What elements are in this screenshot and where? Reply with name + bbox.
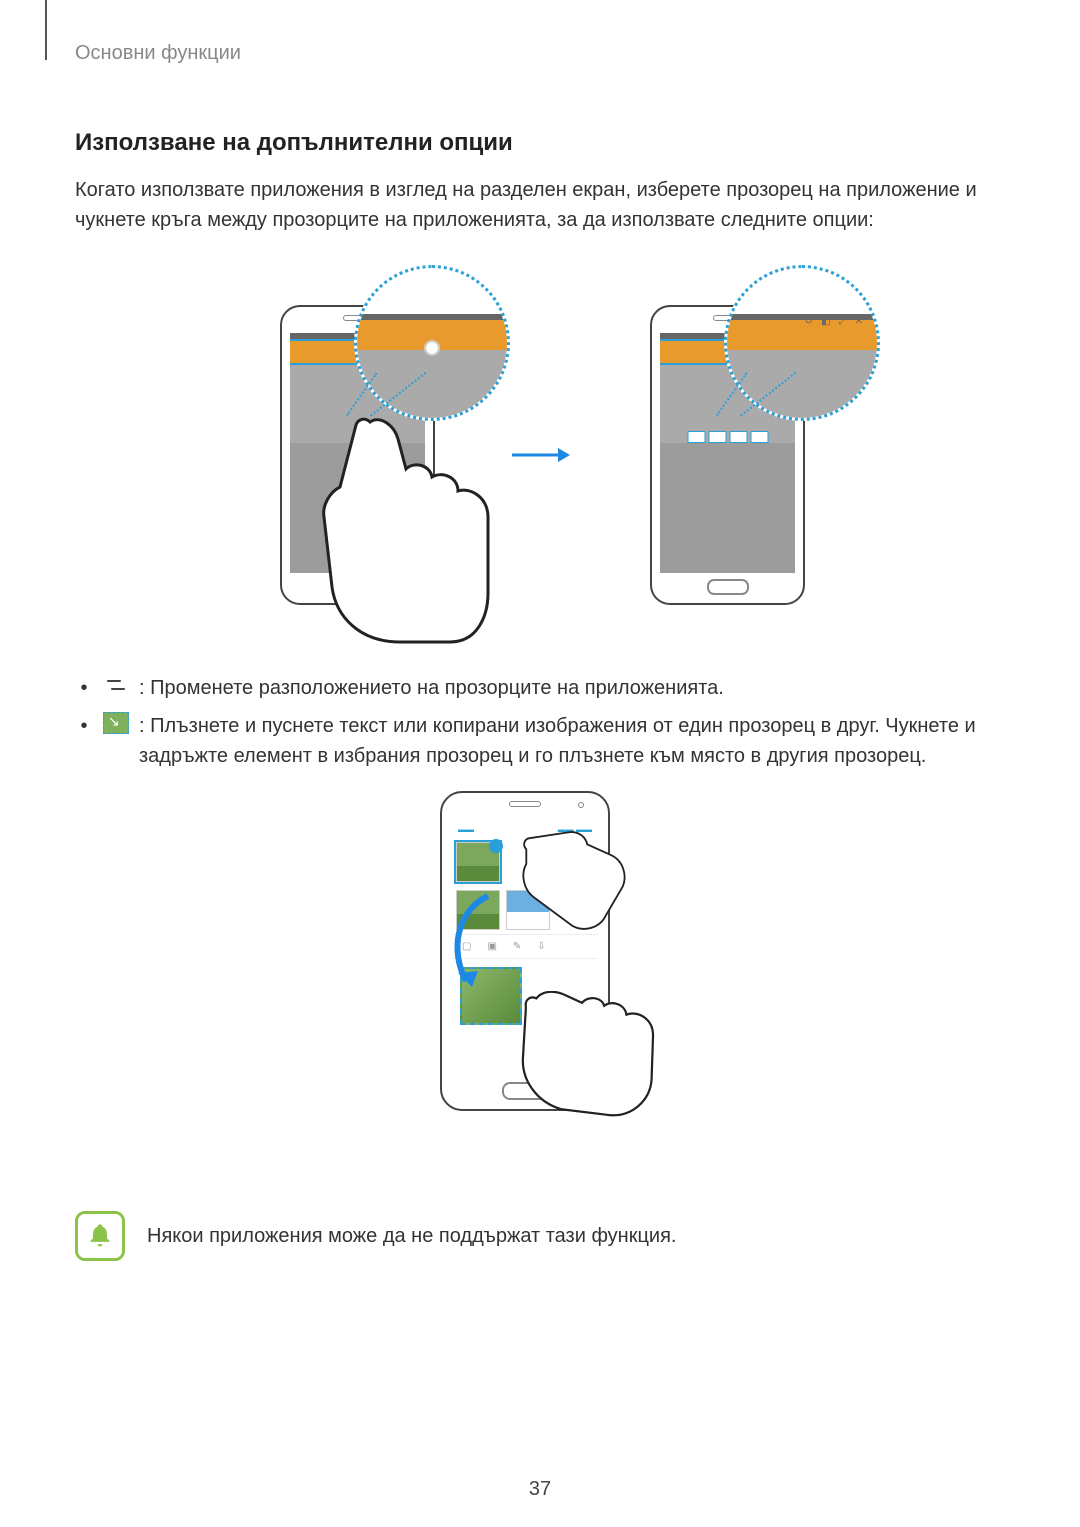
- swap-icon: ↺: [805, 316, 813, 327]
- intro-paragraph: Когато използвате приложения в изглед на…: [75, 175, 1005, 235]
- bullet-item: • : Променете разположението на прозорци…: [75, 673, 1005, 703]
- bullet-text: : Променете разположението на прозорците…: [139, 673, 1005, 703]
- breadcrumb: Основни функции: [75, 42, 1005, 65]
- note-bell-icon: [75, 1211, 125, 1261]
- zoom-magnifier: ↺ ◧ ⤢ ✕: [724, 265, 880, 421]
- close-icon: ✕: [855, 316, 863, 327]
- expand-icon: ⤢: [839, 316, 847, 327]
- figure-split-screen-options: ↺ ◧ ⤢ ✕: [75, 265, 1005, 645]
- note-text: Някои приложения може да не поддържат та…: [147, 1225, 677, 1248]
- bullet-item: • : Плъзнете и пуснете текст или копиран…: [75, 711, 1005, 771]
- arrow-right-icon: [510, 265, 570, 465]
- bottom-app-window: [660, 443, 795, 573]
- manual-page: Основни функции Използване на допълнител…: [0, 0, 1080, 1261]
- phone-illustration-after: ↺ ◧ ⤢ ✕: [610, 265, 840, 645]
- option-bullets: • : Променете разположението на прозорци…: [75, 673, 1005, 771]
- hand-pinch-bottom-icon: [498, 991, 678, 1166]
- split-handle-zoom-icon: [426, 342, 438, 354]
- swap-windows-icon: [103, 675, 129, 695]
- drag-icon: ◧: [821, 316, 830, 327]
- bullet-marker: •: [75, 673, 93, 703]
- bullet-text: : Плъзнете и пуснете текст или копирани …: [139, 711, 1005, 771]
- section-title: Използване на допълнителни опции: [75, 129, 1005, 157]
- hand-pinch-top-icon: [490, 831, 660, 976]
- phone-camera: [578, 802, 584, 808]
- zoom-toolbar-icons: ↺ ◧ ⤢ ✕: [805, 316, 863, 327]
- page-left-rule: [45, 0, 47, 60]
- phone-earpiece: [509, 801, 541, 807]
- home-button: [707, 579, 749, 595]
- hand-tap-icon: [310, 417, 490, 652]
- drag-content-icon: [103, 713, 129, 733]
- phone-illustration-before: [240, 265, 470, 645]
- figure-drag-drop: ▬▬▬▬ ▬▬ ▢ ▣ ✎ ⇩: [75, 791, 1005, 1171]
- bullet-marker: •: [75, 711, 93, 741]
- page-number: 37: [0, 1478, 1080, 1501]
- split-toolbar: [687, 431, 768, 443]
- zoom-magnifier: [354, 265, 510, 421]
- note-callout: Някои приложения може да не поддържат та…: [75, 1211, 1005, 1261]
